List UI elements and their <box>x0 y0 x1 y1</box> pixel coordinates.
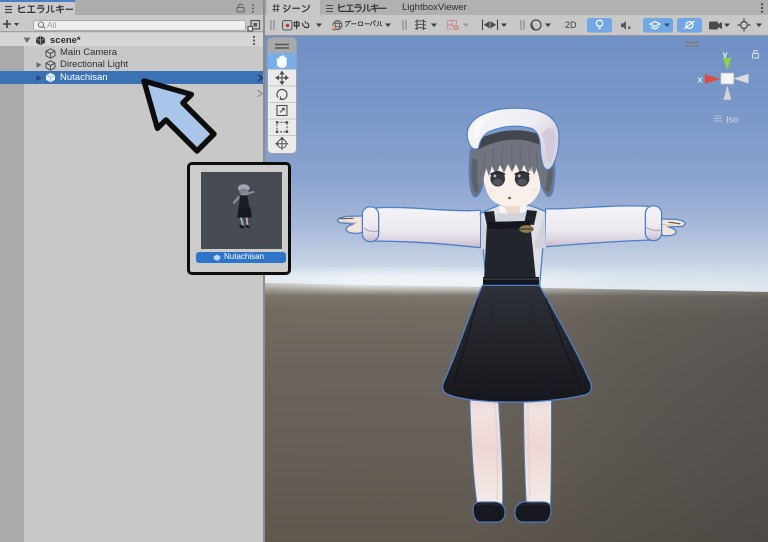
svg-text:x: x <box>698 75 703 85</box>
svg-text:Iso: Iso <box>726 115 739 126</box>
svg-text:2D: 2D <box>565 20 577 30</box>
